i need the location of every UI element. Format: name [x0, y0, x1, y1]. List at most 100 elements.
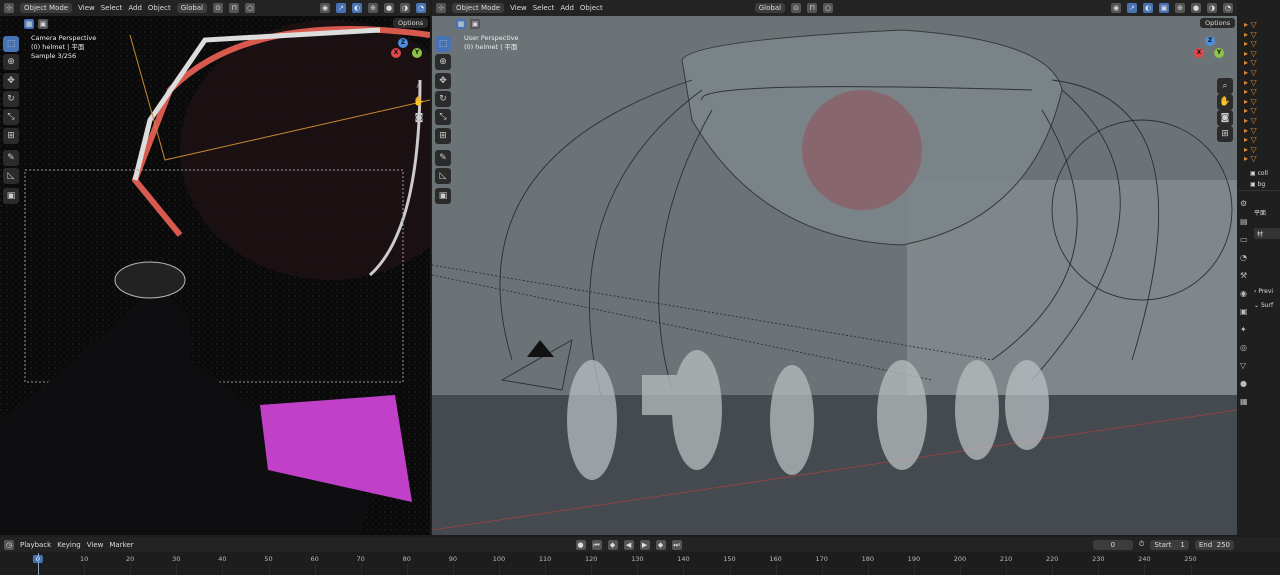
editor-type-icon[interactable]: ⊹	[4, 3, 14, 13]
extend-select-icon[interactable]: ▣	[38, 19, 48, 29]
camera-viewport[interactable]: ⊹ Object Mode View Select Add Object Glo…	[0, 0, 430, 535]
menu-keying[interactable]: Keying	[57, 541, 81, 549]
gizmo-toggle-icon[interactable]: ↗	[336, 3, 346, 13]
wireframe-shading-icon[interactable]: ⊕	[368, 3, 378, 13]
transform-tool[interactable]: ⊞	[3, 128, 19, 144]
prev-keyframe-icon[interactable]: ◆	[607, 539, 618, 550]
gizmo-y-axis[interactable]: Y	[412, 48, 422, 58]
options-dropdown[interactable]: Options	[393, 18, 429, 28]
gizmo-x-axis[interactable]: X	[391, 48, 401, 58]
record-icon[interactable]: ●	[575, 539, 586, 550]
orientation-dropdown[interactable]: Global	[754, 3, 786, 13]
user-viewport[interactable]: ⊹ Object Mode View Select Add Object Glo…	[432, 0, 1237, 535]
annotate-tool[interactable]: ✎	[435, 150, 451, 166]
orientation-dropdown[interactable]: Global	[176, 3, 208, 13]
outliner-item-collection[interactable]: ▣ coll	[1250, 170, 1268, 177]
pan-hand-icon[interactable]: ✋	[411, 94, 427, 110]
zoom-icon[interactable]: ⌕	[411, 78, 427, 94]
mode-dropdown[interactable]: Object Mode	[20, 3, 73, 13]
end-frame-field[interactable]: End 250	[1194, 539, 1234, 550]
add-cube-tool[interactable]: ▣	[435, 188, 451, 204]
visibility-icon[interactable]: ◉	[1111, 3, 1121, 13]
cursor-tool[interactable]: ⊕	[3, 54, 19, 70]
play-icon[interactable]: ▶	[639, 539, 650, 550]
proportional-icon[interactable]: ○	[823, 3, 834, 13]
measure-tool[interactable]: ◺	[435, 168, 451, 184]
gizmo-z-axis[interactable]: Z	[1205, 36, 1215, 46]
gizmo-y-axis[interactable]: Y	[1214, 48, 1224, 58]
ortho-grid-icon[interactable]: ⊞	[1217, 126, 1233, 142]
gizmo-x-axis[interactable]: X	[1194, 48, 1204, 58]
snap-icon[interactable]: ⊓	[229, 3, 240, 13]
menu-select[interactable]: Select	[533, 4, 555, 12]
select-mode-icon[interactable]: ▦	[24, 19, 34, 29]
menu-add[interactable]: Add	[560, 4, 574, 12]
add-cube-tool[interactable]: ▣	[3, 188, 19, 204]
select-tool[interactable]: ⬚	[3, 36, 19, 52]
snap-icon[interactable]: ⊓	[807, 3, 818, 13]
wireframe-shading-icon[interactable]: ⊕	[1175, 3, 1185, 13]
scale-tool[interactable]: ⤡	[3, 109, 19, 125]
select-mode-icon[interactable]: ▦	[456, 19, 466, 29]
move-tool[interactable]: ✥	[3, 73, 19, 89]
menu-marker[interactable]: Marker	[109, 541, 133, 549]
play-reverse-icon[interactable]: ◀	[623, 539, 634, 550]
next-keyframe-icon[interactable]: ◆	[655, 539, 666, 550]
material-shading-icon[interactable]: ◑	[400, 3, 410, 13]
cursor-tool[interactable]: ⊕	[435, 54, 451, 70]
surface-panel-header[interactable]: ⌄ Surf	[1254, 302, 1273, 309]
pivot-icon[interactable]: ⊙	[791, 3, 802, 13]
rotate-tool[interactable]: ↻	[3, 91, 19, 107]
annotate-tool[interactable]: ✎	[3, 150, 19, 166]
scale-tool[interactable]: ⤡	[435, 109, 451, 125]
solid-shading-icon[interactable]: ●	[384, 3, 394, 13]
editor-type-icon[interactable]: ◷	[4, 539, 14, 550]
menu-add[interactable]: Add	[128, 4, 142, 12]
frame-tick: 10	[79, 555, 89, 563]
properties-tabs[interactable]: ⚙ ▤ ▭ ◔ ⚒ ◉ ▣ ✦ ◎ ▽ ● ▦	[1240, 195, 1250, 411]
jump-end-icon[interactable]: ⏭	[671, 539, 682, 550]
menu-playback[interactable]: Playback	[20, 541, 51, 549]
camera-view-icon[interactable]: ◙	[411, 110, 427, 126]
pivot-icon[interactable]: ⊙	[213, 3, 224, 13]
menu-view[interactable]: View	[78, 4, 95, 12]
xray-icon[interactable]: ▣	[1159, 3, 1169, 13]
menu-object[interactable]: Object	[148, 4, 171, 12]
outliner-list[interactable]: ▸ ▽ ▸ ▽ ▸ ▽ ▸ ▽ ▸ ▽ ▸ ▽ ▸ ▽ ▸ ▽ ▸ ▽ ▸ ▽ ▸ ▽ ▸ ▽ ▸ ▽ ▸…	[1244, 20, 1274, 165]
rotate-tool[interactable]: ↻	[435, 91, 451, 107]
timeline[interactable]: ◷ Playback Keying View Marker ● ⏮ ◆ ◀ ▶ …	[0, 537, 1280, 575]
playhead[interactable]	[38, 553, 39, 575]
transform-tool[interactable]: ⊞	[435, 128, 451, 144]
outliner-item-bg[interactable]: ▣ bg	[1250, 181, 1265, 188]
zoom-icon[interactable]: ⌕	[1217, 78, 1233, 94]
rendered-shading-icon[interactable]: ◔	[416, 3, 426, 13]
start-frame-field[interactable]: Start 1	[1150, 539, 1189, 550]
menu-select[interactable]: Select	[101, 4, 123, 12]
menu-view[interactable]: View	[87, 541, 104, 549]
material-shading-icon[interactable]: ◑	[1207, 3, 1217, 13]
extend-select-icon[interactable]: ▣	[470, 19, 480, 29]
material-slot[interactable]: 材	[1254, 228, 1280, 239]
mode-dropdown[interactable]: Object Mode	[452, 3, 505, 13]
options-dropdown[interactable]: Options	[1200, 18, 1236, 28]
jump-start-icon[interactable]: ⏮	[591, 539, 602, 550]
visibility-icon[interactable]: ◉	[320, 3, 330, 13]
editor-type-icon[interactable]: ⊹	[436, 3, 446, 13]
select-tool[interactable]: ⬚	[435, 36, 451, 52]
proportional-icon[interactable]: ○	[245, 3, 256, 13]
menu-view[interactable]: View	[510, 4, 527, 12]
overlay-toggle-icon[interactable]: ◐	[352, 3, 362, 13]
pan-hand-icon[interactable]: ✋	[1217, 94, 1233, 110]
gizmo-toggle-icon[interactable]: ↗	[1127, 3, 1137, 13]
solid-shading-icon[interactable]: ●	[1191, 3, 1201, 13]
current-frame-field[interactable]: 0	[1092, 539, 1133, 550]
move-tool[interactable]: ✥	[435, 73, 451, 89]
gizmo-z-axis[interactable]: Z	[398, 38, 408, 48]
preview-panel-header[interactable]: › Previ	[1254, 288, 1273, 295]
preview-range-icon[interactable]: ⏱	[1139, 540, 1144, 549]
rendered-shading-icon[interactable]: ◔	[1223, 3, 1233, 13]
menu-object[interactable]: Object	[580, 4, 603, 12]
measure-tool[interactable]: ◺	[3, 168, 19, 184]
camera-view-icon[interactable]: ◙	[1217, 110, 1233, 126]
overlay-toggle-icon[interactable]: ◐	[1143, 3, 1153, 13]
